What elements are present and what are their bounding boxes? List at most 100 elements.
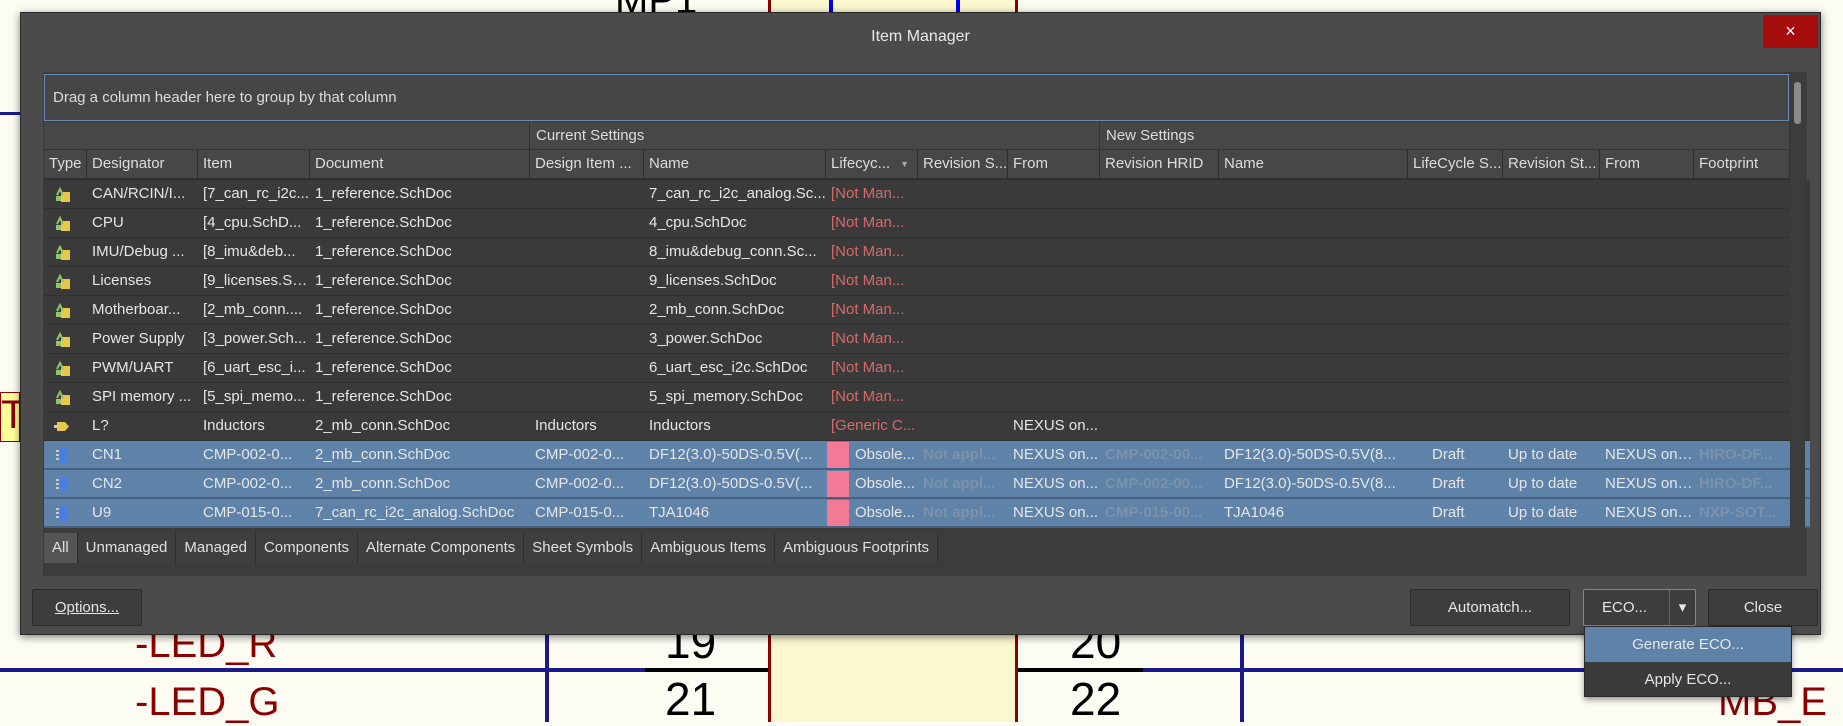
table-cell: NEXUS on ... [1600, 499, 1694, 527]
cell-text: 5_spi_memory.SchDoc [649, 388, 803, 405]
table-cell: CMP-002-0... [530, 441, 644, 469]
automatch-button[interactable]: Automatch... [1410, 589, 1570, 626]
table-cell [1219, 209, 1408, 237]
table-row[interactable]: U9 CMP-015-0... 7_can_rc_i2c_analog.SchDoc… [44, 499, 1810, 528]
table-cell: [3_power.Sch... [198, 325, 310, 353]
column-header[interactable]: Design Item ... [530, 150, 644, 180]
cell-text: TJA1046 [1224, 504, 1285, 521]
column-header[interactable]: Revision St... [1503, 150, 1600, 180]
band-current-settings[interactable]: Current Settings [530, 122, 1100, 150]
sort-descending-icon[interactable]: ▼ [900, 150, 909, 178]
tab-components[interactable]: Components [255, 533, 359, 563]
table-row[interactable]: PWM/UART [6_uart_esc_i... 1_reference.SchD… [44, 354, 1810, 383]
column-header[interactable]: Type [44, 150, 87, 180]
table-row[interactable]: IMU/Debug ... [8_imu&deb... 1_reference.Sc… [44, 238, 1810, 267]
tab-ambiguous-footprints[interactable]: Ambiguous Footprints [775, 533, 938, 563]
table-cell: [6_uart_esc_i... [198, 354, 310, 382]
table-row[interactable]: Motherboar... [2_mb_conn.... 1_reference.S… [44, 296, 1810, 325]
cell-text: 7_can_rc_i2c_analog.SchDoc [315, 504, 515, 521]
cell-text: NEXUS on ... [1605, 475, 1694, 492]
table-cell: Power Supply [87, 325, 198, 353]
table-cell: Not appl... [918, 441, 1008, 469]
cell-text: [Not Man... [831, 301, 905, 318]
column-header[interactable]: Document [310, 150, 530, 180]
table-row[interactable]: Power Supply [3_power.Sch... 1_reference.S… [44, 325, 1810, 354]
table-row[interactable]: CAN/RCIN/I... [7_can_rc_i2c... 1_reference… [44, 180, 1810, 209]
cell-text: Not appl... [923, 475, 996, 492]
options-button[interactable]: Options... [32, 589, 142, 626]
band-new-settings[interactable]: New Settings [1100, 122, 1790, 150]
column-header[interactable]: Name [1219, 150, 1408, 180]
cell-text: DF12(3.0)-50DS-0.5V(... [649, 446, 813, 463]
cell-text: [6_uart_esc_i... [203, 359, 306, 376]
cell-text: HIRO-DF... [1699, 446, 1773, 463]
table-cell [1503, 354, 1600, 382]
table-row[interactable]: CN2 CMP-002-0... 2_mb_conn.SchDoc CMP-002-0… [44, 470, 1810, 499]
table-cell [1694, 325, 1790, 353]
cell-text: Not appl... [923, 446, 996, 463]
table-cell: 1_reference.SchDoc [310, 267, 530, 295]
column-header[interactable]: LifeCycle S... [1408, 150, 1503, 180]
column-header[interactable]: From [1008, 150, 1100, 180]
table-cell: 2_mb_conn.SchDoc [310, 441, 530, 469]
table-cell: 1_reference.SchDoc [310, 325, 530, 353]
cell-text: Draft [1432, 446, 1465, 463]
tab-sheet-symbols[interactable]: Sheet Symbols [524, 533, 643, 563]
tab-alternate-components[interactable]: Alternate Components [358, 533, 525, 563]
column-header[interactable]: From [1600, 150, 1694, 180]
column-header[interactable]: Revision S... [918, 150, 1008, 180]
tab-ambiguous-items[interactable]: Ambiguous Items [642, 533, 776, 563]
filter-tabs: All Unmanaged Managed Components Alternate C… [44, 533, 938, 563]
cell-text: NEXUS on ... [1605, 504, 1694, 521]
tab-all[interactable]: All [44, 533, 78, 563]
table-cell: 5_spi_memory.SchDoc [644, 383, 826, 411]
cell-text: [Not Man... [831, 272, 905, 289]
table-cell: Obsole... [826, 441, 918, 469]
close-button[interactable]: Close [1708, 589, 1818, 626]
eco-button[interactable]: ECO... ▾ [1583, 589, 1696, 626]
table-cell [1008, 354, 1100, 382]
column-header-label: Item [203, 155, 233, 172]
cell-text: 1_reference.SchDoc [315, 388, 452, 405]
cell-text: CMP-002-0... [535, 446, 625, 463]
table-cell: 2_mb_conn.SchDoc [310, 470, 530, 498]
cell-text: Motherboar... [92, 301, 181, 318]
table-cell [1600, 180, 1694, 208]
tab-unmanaged[interactable]: Unmanaged [77, 533, 177, 563]
table-row[interactable]: CPU [4_cpu.SchD... 1_reference.SchDoc 4_cpu… [44, 209, 1810, 238]
table-cell [1100, 267, 1219, 295]
column-header[interactable]: Revision HRID [1100, 150, 1219, 180]
table-row[interactable]: L? Inductors 2_mb_conn.SchDoc Inductors Indu… [44, 412, 1810, 441]
table-cell [1100, 180, 1219, 208]
column-header[interactable]: Item [198, 150, 310, 180]
cell-text: 9_licenses.SchDoc [649, 272, 777, 289]
table-cell [918, 412, 1008, 440]
table-cell: 2_mb_conn.SchDoc [310, 412, 530, 440]
table-cell [1100, 325, 1219, 353]
chevron-down-icon[interactable]: ▾ [1669, 590, 1695, 625]
column-header-label: Lifecyc... [831, 155, 891, 172]
vertical-scrollbar[interactable] [1790, 74, 1805, 576]
menu-item-apply-eco[interactable]: Apply ECO... [1585, 662, 1791, 697]
column-header[interactable]: Footprint [1694, 150, 1790, 180]
table-row[interactable]: CN1 CMP-002-0... 2_mb_conn.SchDoc CMP-002-0… [44, 441, 1810, 470]
table-cell: SPI memory ... [87, 383, 198, 411]
close-icon[interactable]: × [1763, 15, 1818, 48]
band-spacer [44, 122, 530, 150]
column-header[interactable]: Name [644, 150, 826, 180]
table-row[interactable]: Licenses [9_licenses.Sc... 1_reference.Sch… [44, 267, 1810, 296]
table-cell: Motherboar... [87, 296, 198, 324]
column-header[interactable]: Lifecyc... ▼ [826, 150, 918, 180]
pin-number: 21 [665, 673, 717, 725]
scrollbar-thumb[interactable] [1794, 82, 1801, 124]
group-by-area[interactable]: Drag a column header here to group by th… [44, 74, 1789, 121]
cell-text: 1_reference.SchDoc [315, 330, 452, 347]
table-cell [1100, 412, 1219, 440]
menu-item-generate-eco[interactable]: Generate ECO... [1585, 627, 1791, 662]
cell-text: NEXUS on... [1013, 504, 1099, 521]
sheet-symbol-icon [54, 360, 72, 377]
column-header[interactable]: Designator [87, 150, 198, 180]
cell-text: CMP-015-00... [1105, 504, 1203, 521]
tab-managed[interactable]: Managed [176, 533, 256, 563]
table-row[interactable]: SPI memory ... [5_spi_memo... 1_reference.… [44, 383, 1810, 412]
